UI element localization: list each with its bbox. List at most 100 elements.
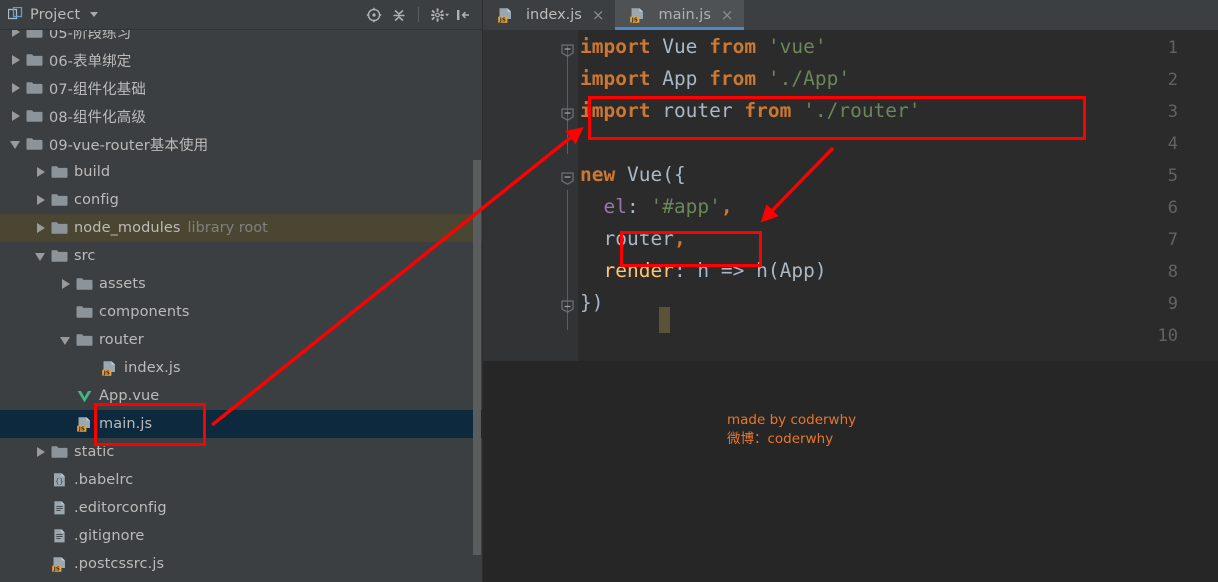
code-token: : h => h(App) bbox=[673, 259, 827, 282]
svg-text:JS: JS bbox=[631, 17, 638, 23]
code-fold-handle[interactable] bbox=[561, 42, 574, 57]
js-file-icon: JS bbox=[52, 556, 65, 572]
code-line-1[interactable]: import Vue from 'vue' bbox=[580, 31, 827, 63]
tree-row-label: src bbox=[74, 248, 96, 264]
code-line-6[interactable]: el: '#app', bbox=[580, 191, 733, 223]
close-icon[interactable]: × bbox=[590, 7, 607, 23]
tree-row-build[interactable]: build bbox=[0, 158, 483, 186]
line-number: 6 bbox=[1167, 198, 1178, 218]
tree-row-label: node_modules bbox=[74, 220, 181, 236]
editor-tab-label: index.js bbox=[526, 7, 582, 23]
chevron-down-icon[interactable] bbox=[90, 12, 99, 17]
tree-row-07-[interactable]: 07-组件化基础 bbox=[0, 74, 483, 102]
toolbar-separator bbox=[418, 7, 419, 22]
line-number: 8 bbox=[1167, 262, 1178, 282]
close-icon[interactable]: × bbox=[719, 7, 736, 23]
tree-row-node_modules[interactable]: node_modules library root bbox=[0, 214, 483, 242]
tree-row-05-[interactable]: 05-阶段练习 bbox=[0, 30, 483, 46]
tree-row-src[interactable]: src bbox=[0, 242, 483, 270]
tree-expand-arrow-open[interactable] bbox=[35, 251, 46, 262]
js-file-icon: JS bbox=[77, 416, 90, 432]
code-token: Vue({ bbox=[626, 163, 686, 186]
code-line-9[interactable]: }) bbox=[580, 287, 603, 319]
tree-row-label: 07-组件化基础 bbox=[49, 81, 146, 98]
code-line-2[interactable]: import App from './App' bbox=[580, 63, 850, 95]
settings-gear-icon[interactable] bbox=[430, 7, 449, 23]
tree-expand-arrow-closed[interactable] bbox=[60, 278, 71, 290]
code-token: App bbox=[662, 67, 698, 90]
tree-row-08-[interactable]: 08-组件化高级 bbox=[0, 102, 483, 130]
tree-expand-arrow-closed[interactable] bbox=[10, 110, 21, 122]
tree-row-06-[interactable]: 06-表单绑定 bbox=[0, 46, 483, 74]
tree-row-assets[interactable]: assets bbox=[0, 270, 483, 298]
hide-panel-icon[interactable] bbox=[455, 7, 471, 23]
code-line-8[interactable]: render: h => h(App) bbox=[580, 255, 827, 287]
tree-row-main.js[interactable]: JS main.js bbox=[0, 410, 483, 438]
project-panel-actions bbox=[366, 7, 477, 23]
code-line-5[interactable]: new Vue({ bbox=[580, 159, 686, 191]
tree-row-router[interactable]: router bbox=[0, 326, 483, 354]
tree-row-.editorconfig[interactable]: .editorconfig bbox=[0, 494, 483, 522]
tree-row-.babelrc[interactable]: {} .babelrc bbox=[0, 466, 483, 494]
svg-text:JS: JS bbox=[78, 426, 85, 432]
tree-row-static[interactable]: static bbox=[0, 438, 483, 466]
editor-tab-mainjs[interactable]: JS main.js × bbox=[615, 0, 745, 30]
tree-row-label: config bbox=[74, 192, 119, 208]
code-token: router bbox=[603, 227, 674, 250]
tree-row-09-vue-router[interactable]: 09-vue-router基本使用 bbox=[0, 130, 483, 158]
project-panel-title: Project bbox=[30, 6, 81, 23]
code-fold-handle[interactable] bbox=[561, 170, 574, 185]
tree-expand-arrow-closed[interactable] bbox=[10, 30, 21, 38]
line-number: 9 bbox=[1167, 294, 1178, 314]
code-line-7[interactable]: router, bbox=[580, 223, 685, 255]
editor-tab-indexjs[interactable]: JS index.js × bbox=[483, 0, 615, 30]
tree-expand-arrow-closed[interactable] bbox=[35, 194, 46, 206]
project-panel-header: Project bbox=[0, 0, 483, 30]
tree-row-.gitignore[interactable]: .gitignore bbox=[0, 522, 483, 550]
code-token: el bbox=[603, 195, 627, 218]
folder-icon bbox=[26, 110, 43, 122]
tree-row-label: App.vue bbox=[99, 388, 160, 404]
tree-expand-arrow-closed[interactable] bbox=[35, 446, 46, 458]
code-fold-handle[interactable] bbox=[561, 298, 574, 313]
tree-expand-arrow-closed[interactable] bbox=[10, 54, 21, 66]
tree-row-label: 05-阶段练习 bbox=[49, 30, 132, 42]
tree-row-label: static bbox=[74, 444, 115, 460]
code-fold-handle[interactable] bbox=[561, 106, 574, 121]
tree-expand-arrow-open[interactable] bbox=[60, 335, 71, 346]
folder-icon bbox=[51, 250, 68, 262]
code-token: , bbox=[720, 195, 733, 218]
tree-expand-arrow-open[interactable] bbox=[10, 139, 21, 150]
tree-row-label: index.js bbox=[124, 360, 181, 376]
project-title-group[interactable]: Project bbox=[7, 6, 99, 23]
tree-row-App.vue[interactable]: App.vue bbox=[0, 382, 483, 410]
folder-icon bbox=[76, 334, 93, 346]
locate-icon[interactable] bbox=[366, 7, 382, 23]
tree-row-index.js[interactable]: JS index.js bbox=[0, 354, 483, 382]
tree-row-label: 08-组件化高级 bbox=[49, 109, 146, 126]
tree-expand-arrow-closed[interactable] bbox=[35, 166, 46, 178]
project-file-tree[interactable]: 05-阶段练习 06-表单绑定 07-组件化基础 08-组件化高级 09-vue-rou… bbox=[0, 30, 483, 582]
tree-row-components[interactable]: components bbox=[0, 298, 483, 326]
tree-row-label: .gitignore bbox=[74, 528, 145, 544]
code-token: router bbox=[662, 99, 733, 122]
sidebar-scrollbar-thumb[interactable] bbox=[473, 160, 481, 555]
collapse-all-icon[interactable] bbox=[391, 7, 407, 23]
code-line-3[interactable]: import router from './router' bbox=[580, 95, 921, 127]
tree-row-.postcssrc.js[interactable]: JS .postcssrc.js bbox=[0, 550, 483, 578]
code-editor[interactable]: 1 2 3 4 5 6 7 8 9 10 import Vue from 'vue' import … bbox=[483, 30, 1218, 582]
tree-expand-arrow-closed[interactable] bbox=[35, 222, 46, 234]
code-token: : bbox=[626, 195, 651, 218]
editor-empty-area bbox=[483, 361, 1218, 582]
tree-expand-arrow-closed[interactable] bbox=[10, 82, 21, 94]
tree-row-config[interactable]: config bbox=[0, 186, 483, 214]
editor-tab-label: main.js bbox=[658, 7, 711, 23]
watermark-text: made by coderwhy 微博：coderwhy bbox=[727, 411, 856, 449]
